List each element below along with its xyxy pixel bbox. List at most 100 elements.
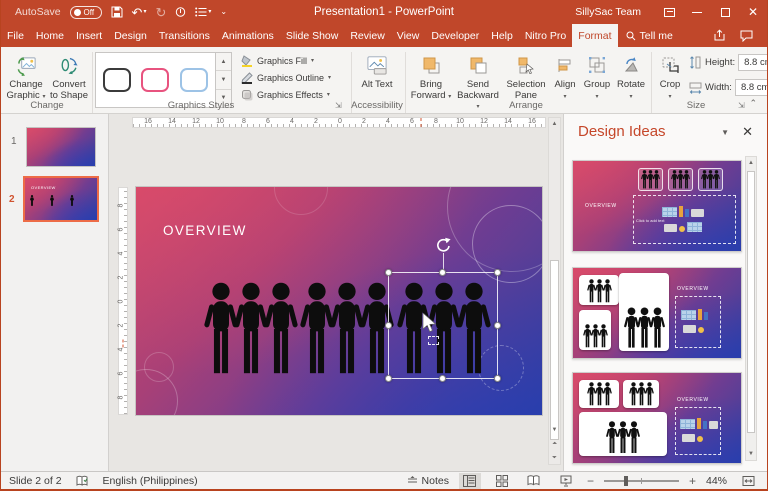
- undo-icon[interactable]: ↶▾: [132, 6, 147, 19]
- resize-handle-sw[interactable]: [385, 375, 392, 382]
- tab-slide-show[interactable]: Slide Show: [280, 24, 345, 47]
- rotate-button[interactable]: Rotate▾: [615, 52, 647, 102]
- graphics-styles-dialog-launcher-icon[interactable]: ⇲: [335, 101, 342, 110]
- resize-handle-n[interactable]: [439, 269, 446, 276]
- redo-icon[interactable]: ↻: [155, 6, 166, 19]
- share-icon[interactable]: [713, 29, 726, 42]
- tab-animations[interactable]: Animations: [216, 24, 280, 47]
- collapse-ribbon-icon[interactable]: ⌃: [749, 98, 757, 109]
- height-input[interactable]: 8.8 cm: [738, 54, 768, 71]
- tab-view[interactable]: View: [391, 24, 426, 47]
- design-idea-3[interactable]: OVERVIEW: [572, 372, 742, 464]
- tab-review[interactable]: Review: [344, 24, 390, 47]
- previous-slide-icon[interactable]: ⏶: [549, 438, 560, 450]
- slide-2-thumbnail[interactable]: OVERVIEW: [23, 176, 99, 222]
- normal-view-button[interactable]: [459, 473, 481, 489]
- bullet-list-icon[interactable]: ▾: [195, 7, 211, 17]
- resize-handle-s[interactable]: [439, 375, 446, 382]
- scrollbar-thumb[interactable]: [550, 260, 559, 440]
- reading-view-button[interactable]: [523, 473, 545, 489]
- zoom-level[interactable]: 44%: [706, 475, 727, 487]
- align-button[interactable]: Align▾: [551, 52, 579, 102]
- vertical-scrollbar[interactable]: ▲ ▼ ⏶ ⏷: [548, 117, 561, 465]
- autosave-toggle[interactable]: Off: [70, 6, 102, 19]
- group-button[interactable]: Group▾: [581, 52, 613, 102]
- zoom-out-icon[interactable]: −: [587, 474, 594, 488]
- scrollbar-thumb[interactable]: [747, 171, 755, 433]
- design-idea-2[interactable]: OVERVIEW: [572, 267, 742, 359]
- notes-button[interactable]: Notes: [407, 475, 449, 487]
- resize-handle-e[interactable]: [494, 322, 501, 329]
- ribbon-display-options-icon[interactable]: [655, 0, 683, 24]
- panel-options-icon[interactable]: ▼: [721, 128, 729, 137]
- slide-sorter-view-button[interactable]: [491, 473, 513, 489]
- selection-bounding-box[interactable]: [388, 272, 498, 379]
- design1-people-card: [698, 168, 723, 191]
- customize-qat-icon[interactable]: ⌄: [220, 8, 227, 16]
- resize-handle-ne[interactable]: [494, 269, 501, 276]
- people-graphic-group-2[interactable]: [300, 282, 394, 376]
- restore-icon[interactable]: [711, 0, 739, 24]
- alt-text-button[interactable]: Alt Text: [357, 52, 397, 91]
- tab-format[interactable]: Format: [572, 24, 617, 47]
- undo-dropdown-icon[interactable]: ▾: [143, 9, 146, 15]
- rotate-handle-icon[interactable]: [435, 237, 451, 253]
- resize-handle-se[interactable]: [494, 375, 501, 382]
- tab-file[interactable]: File: [1, 24, 30, 47]
- language-indicator[interactable]: English (Philippines): [103, 475, 198, 487]
- scroll-up-icon[interactable]: ▲: [746, 157, 756, 169]
- change-graphic-button[interactable]: Change Graphic ▾: [4, 52, 48, 102]
- spell-check-icon[interactable]: [76, 475, 89, 487]
- style-swatch-1[interactable]: [99, 56, 135, 104]
- zoom-slider-thumb[interactable]: [624, 476, 628, 486]
- crop-button[interactable]: Crop▾: [655, 52, 685, 102]
- slide-canvas[interactable]: OVERVIEW: [136, 187, 542, 415]
- minimize-icon[interactable]: [683, 0, 711, 24]
- close-icon[interactable]: ✕: [739, 0, 767, 24]
- fit-slide-to-window-icon[interactable]: [737, 473, 759, 489]
- next-slide-icon[interactable]: ⏷: [549, 452, 560, 464]
- ribbon-tab-row: FileHomeInsertDesignTransitionsAnimation…: [1, 24, 767, 47]
- scroll-down-icon[interactable]: ▼: [746, 448, 756, 460]
- resize-handle-w[interactable]: [385, 322, 392, 329]
- people-graphic-group-1[interactable]: [204, 282, 298, 376]
- graphics-outline-button[interactable]: Graphics Outline▾: [241, 70, 331, 85]
- design-idea-1[interactable]: OVERVIEW Click to add text: [572, 160, 742, 252]
- style-swatch-2[interactable]: [137, 56, 173, 104]
- scroll-down-icon[interactable]: ▼: [549, 424, 560, 436]
- slide-1-thumbnail[interactable]: [26, 127, 96, 167]
- convert-to-shape-button[interactable]: Convert to Shape: [48, 52, 90, 101]
- tab-transitions[interactable]: Transitions: [153, 24, 216, 47]
- graphics-fill-button[interactable]: Graphics Fill▾: [241, 53, 314, 68]
- tell-me-box[interactable]: Tell me: [618, 24, 681, 47]
- zoom-in-icon[interactable]: +: [689, 474, 696, 488]
- tab-home[interactable]: Home: [30, 24, 70, 47]
- style-swatch-3[interactable]: [176, 56, 212, 104]
- comments-icon[interactable]: [740, 30, 753, 42]
- scroll-up-icon[interactable]: ▲: [549, 118, 560, 130]
- gallery-down-icon[interactable]: ▼: [216, 71, 231, 89]
- slideshow-view-button[interactable]: [555, 473, 577, 489]
- bring-forward-button[interactable]: Bring Forward ▾: [409, 52, 453, 102]
- selection-pane-button[interactable]: Selection Pane: [503, 52, 549, 101]
- tab-design[interactable]: Design: [108, 24, 153, 47]
- zoom-slider[interactable]: [604, 480, 679, 482]
- slide-indicator[interactable]: Slide 2 of 2: [9, 475, 62, 487]
- slide-2-number: 2: [9, 194, 15, 205]
- panel-close-icon[interactable]: ✕: [742, 124, 753, 140]
- slide-title-text[interactable]: OVERVIEW: [163, 223, 247, 238]
- design-panel-scrollbar[interactable]: ▲ ▼: [745, 156, 757, 461]
- size-dialog-launcher-icon[interactable]: ⇲: [738, 101, 745, 110]
- width-input[interactable]: 8.8 cm: [735, 79, 768, 96]
- tab-developer[interactable]: Developer: [425, 24, 485, 47]
- save-icon[interactable]: [111, 6, 123, 18]
- touch-mode-icon[interactable]: [175, 6, 186, 18]
- list-dropdown-icon[interactable]: ▾: [208, 9, 211, 15]
- account-name[interactable]: SillySac Team: [575, 6, 641, 18]
- tab-insert[interactable]: Insert: [70, 24, 108, 47]
- tab-help[interactable]: Help: [485, 24, 519, 47]
- ruler-number: 6: [117, 228, 124, 232]
- tab-nitro-pro[interactable]: Nitro Pro: [519, 24, 572, 47]
- gallery-up-icon[interactable]: ▲: [216, 53, 231, 71]
- resize-handle-nw[interactable]: [385, 269, 392, 276]
